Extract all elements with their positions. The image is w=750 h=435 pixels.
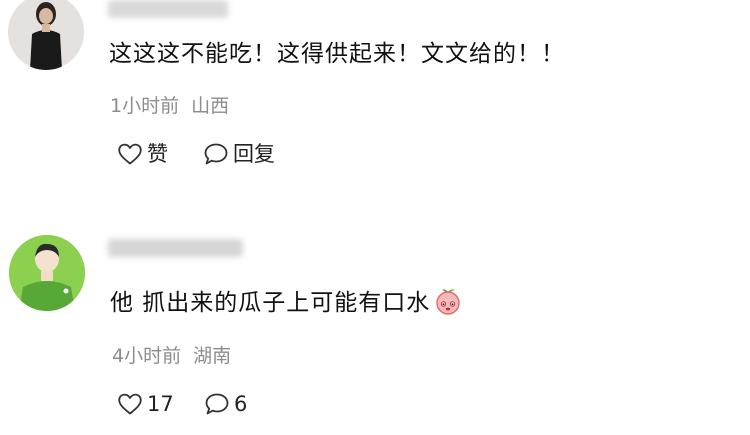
speech-bubble-icon xyxy=(204,143,228,165)
heart-icon xyxy=(118,393,142,415)
comment-item: 他 抓出来的瓜子上可能有口水 4小时前 湖南 17 6 xyxy=(0,225,750,435)
like-label: 赞 xyxy=(147,142,168,166)
avatar[interactable] xyxy=(8,0,84,70)
reply-label: 回复 xyxy=(233,142,275,166)
username-blurred[interactable] xyxy=(108,239,243,257)
comment-item: 这这这不能吃！这得供起来！文文给的！！ 1小时前 山西 赞 回复 xyxy=(0,0,750,200)
comment-time: 1小时前 xyxy=(110,95,180,117)
heart-icon xyxy=(118,143,142,165)
reply-count: 6 xyxy=(234,392,248,416)
comment-time: 4小时前 xyxy=(112,345,182,367)
comment-meta: 4小时前 湖南 xyxy=(112,344,231,368)
avatar[interactable] xyxy=(9,235,85,311)
reply-button[interactable]: 6 xyxy=(204,391,247,417)
like-button[interactable]: 17 xyxy=(117,391,174,417)
like-button[interactable]: 赞 xyxy=(117,141,168,167)
reply-button[interactable]: 回复 xyxy=(203,141,275,167)
peach-emoji xyxy=(436,289,461,315)
comment-text-body: 他 抓出来的瓜子上可能有口水 xyxy=(110,290,431,316)
comment-text: 他 抓出来的瓜子上可能有口水 xyxy=(110,287,462,319)
username-blurred[interactable] xyxy=(108,0,228,18)
comment-location: 山西 xyxy=(191,95,230,117)
comment-location: 湖南 xyxy=(193,345,232,367)
comment-meta: 1小时前 山西 xyxy=(110,94,229,118)
comment-text: 这这这不能吃！这得供起来！文文给的！！ xyxy=(109,41,565,67)
like-count: 17 xyxy=(147,392,174,416)
speech-bubble-icon xyxy=(205,393,229,415)
